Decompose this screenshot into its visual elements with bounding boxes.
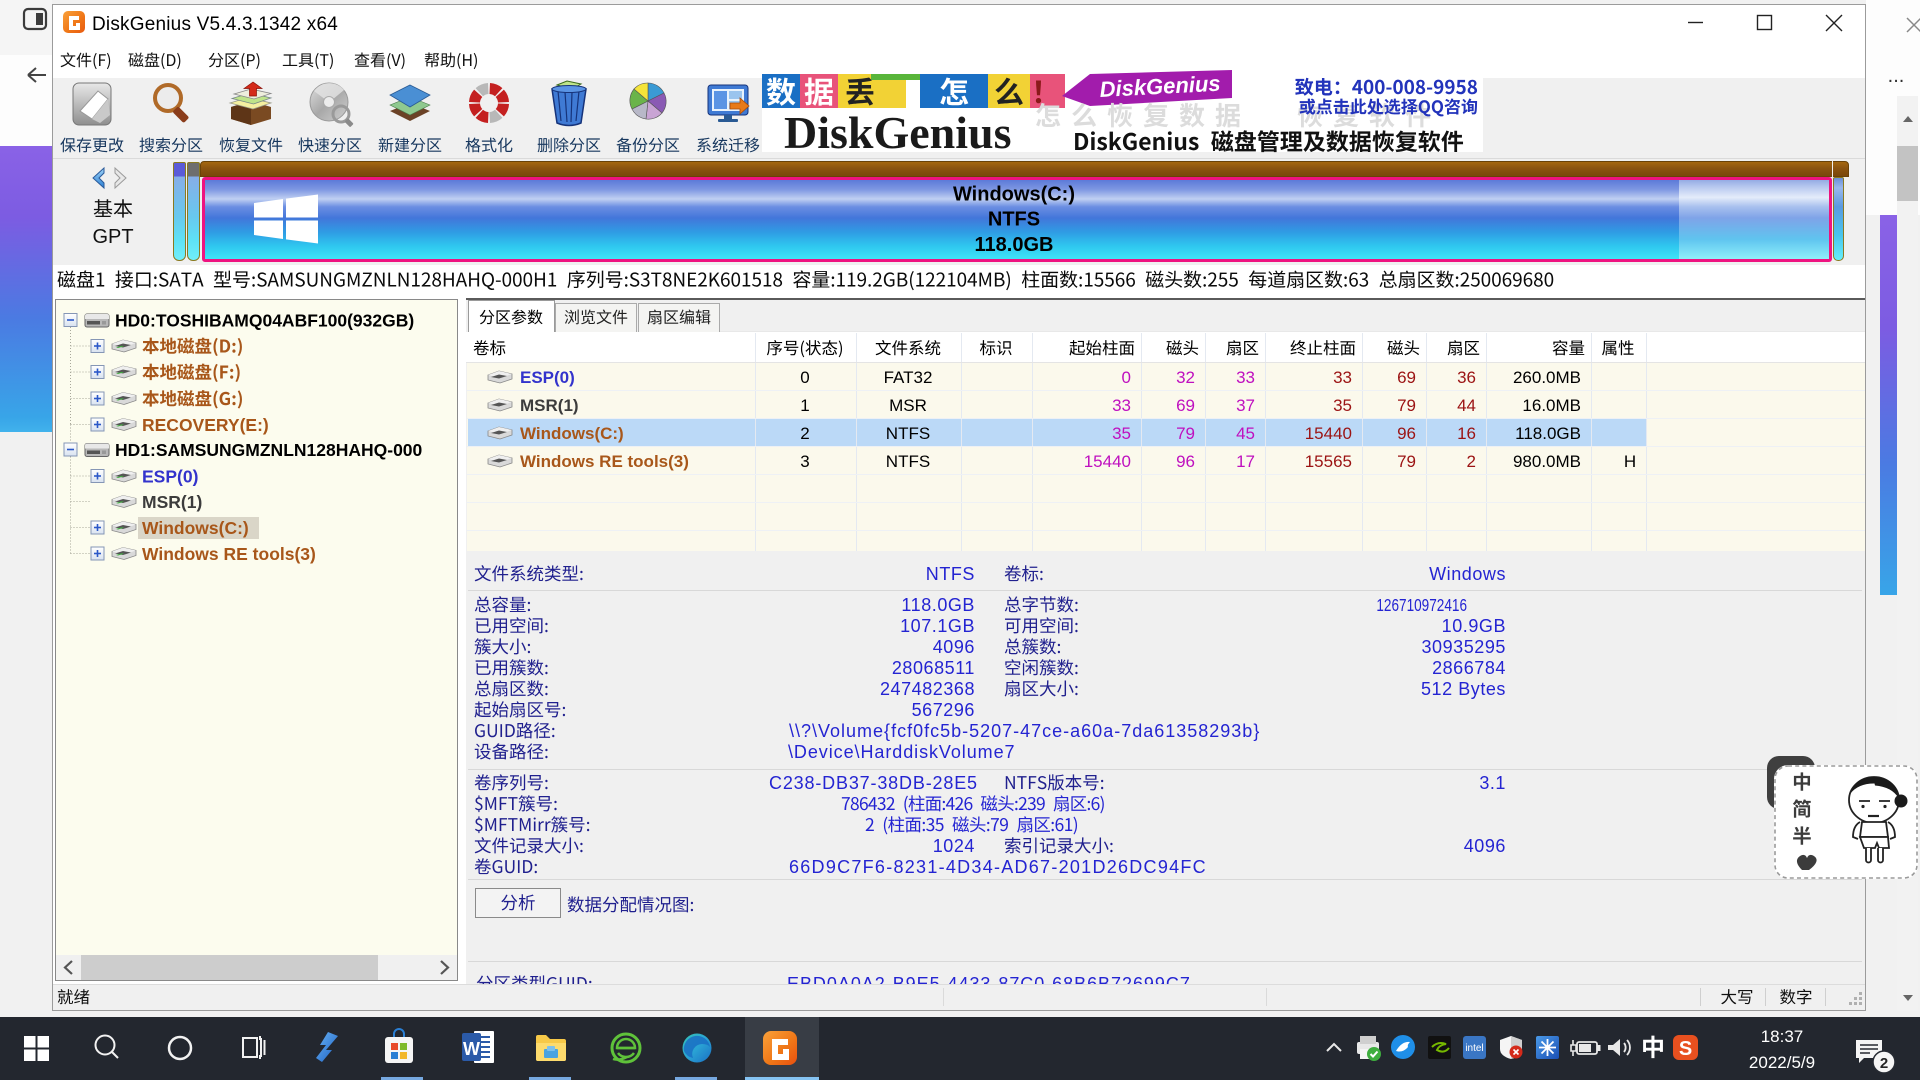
svg-text:C238-DB37-38DB-28E5: C238-DB37-38DB-28E5 [769,773,978,793]
svg-text:ESP(0): ESP(0) [142,467,198,487]
svg-text:3.1: 3.1 [1479,773,1506,793]
svg-text:2: 2 [1467,452,1476,471]
svg-text:33: 33 [1333,368,1352,387]
svg-text:33: 33 [1112,396,1131,415]
svg-text:247482368: 247482368 [880,679,975,699]
svg-text:18:37: 18:37 [1761,1027,1804,1046]
svg-text:\Device\HarddiskVolume7: \Device\HarddiskVolume7 [788,742,1016,762]
svg-text:15440: 15440 [1305,424,1352,443]
svg-text:ESP(0): ESP(0) [520,368,575,387]
svg-text:260.0MB: 260.0MB [1513,368,1581,387]
svg-text:HD1:SAMSUNGMZNLN128HAHQ-000: HD1:SAMSUNGMZNLN128HAHQ-000 [115,440,423,460]
svg-text:2: 2 [1880,1055,1888,1072]
svg-text:Windows RE tools(3): Windows RE tools(3) [520,452,689,471]
svg-text:intel: intel [1465,1043,1483,1054]
svg-text:512 Bytes: 512 Bytes [1421,679,1506,699]
svg-text:2: 2 [800,424,809,443]
svg-text:...: ... [1888,65,1905,87]
svg-text:NTFS: NTFS [886,424,930,443]
svg-text:Windows(C:): Windows(C:) [142,518,249,538]
svg-text:980.0MB: 980.0MB [1513,452,1581,471]
svg-text:79: 79 [1397,452,1416,471]
svg-text:118.0GB: 118.0GB [901,595,975,615]
svg-text:15440: 15440 [1084,452,1131,471]
svg-text:H: H [1624,452,1636,471]
svg-text:69: 69 [1176,396,1195,415]
svg-text:118.0GB: 118.0GB [975,234,1054,256]
svg-text:30935295: 30935295 [1422,637,1507,657]
svg-text:17: 17 [1236,452,1255,471]
svg-text:0: 0 [800,368,809,387]
svg-text:69: 69 [1397,368,1416,387]
svg-text:35: 35 [1333,396,1352,415]
svg-text:DiskGenius V5.4.3.1342 x64: DiskGenius V5.4.3.1342 x64 [92,14,338,35]
svg-text:79: 79 [1397,396,1416,415]
svg-text:W: W [463,1039,480,1059]
svg-text:2866784: 2866784 [1432,658,1506,678]
svg-text:66D9C7F6-8231-4D34-AD67-201D26: 66D9C7F6-8231-4D34-AD67-201D26DC94FC [789,857,1207,877]
svg-text:MSR: MSR [889,396,927,415]
svg-text:DiskGenius: DiskGenius [784,107,1012,158]
svg-text:16: 16 [1457,424,1476,443]
svg-text:FAT32: FAT32 [884,368,933,387]
svg-text:Windows(C:): Windows(C:) [520,424,624,443]
svg-text:2022/5/9: 2022/5/9 [1749,1053,1815,1072]
svg-text:4096: 4096 [933,637,975,657]
svg-text:\\?\Volume{fcf0fc5b-5207-47ce-: \\?\Volume{fcf0fc5b-5207-47ce-a60a-7da61… [789,721,1260,741]
svg-text:96: 96 [1397,424,1416,443]
svg-text:126710972416: 126710972416 [1376,596,1467,615]
svg-text:32: 32 [1176,368,1195,387]
svg-text:Windows: Windows [1429,564,1506,584]
svg-text:NTFS: NTFS [988,209,1040,231]
svg-text:15565: 15565 [1305,452,1352,471]
svg-text:107.1GB: 107.1GB [900,616,975,636]
svg-text:HD0:TOSHIBAMQ04ABF100(932GB): HD0:TOSHIBAMQ04ABF100(932GB) [115,311,414,331]
svg-text:RECOVERY(E:): RECOVERY(E:) [142,415,269,435]
svg-text:0: 0 [1122,368,1131,387]
svg-text:3: 3 [800,452,809,471]
svg-text:MSR(1): MSR(1) [142,492,202,512]
svg-text:NTFS: NTFS [926,564,975,584]
svg-text:10.9GB: 10.9GB [1442,616,1506,636]
svg-text:Windows RE tools(3): Windows RE tools(3) [142,544,316,564]
svg-text:S: S [1679,1038,1692,1060]
svg-text:118.0GB: 118.0GB [1515,424,1581,443]
svg-text:96: 96 [1176,452,1195,471]
svg-text:37: 37 [1236,396,1255,415]
svg-text:35: 35 [1112,424,1131,443]
svg-text:16.0MB: 16.0MB [1522,396,1581,415]
svg-text:36: 36 [1457,368,1476,387]
svg-text:79: 79 [1176,424,1195,443]
svg-text:4096: 4096 [1464,836,1506,856]
svg-text:EBD0A0A2-B9E5-4433-87C0-68B6B7: EBD0A0A2-B9E5-4433-87C0-68B6B72699C7 [787,974,1191,994]
svg-text:Windows(C:): Windows(C:) [953,184,1075,206]
svg-text:1: 1 [800,396,809,415]
svg-text:45: 45 [1236,424,1255,443]
svg-text:NTFS: NTFS [886,452,930,471]
svg-text:GPT: GPT [92,226,133,248]
svg-text:1024: 1024 [933,836,975,856]
svg-text:MSR(1): MSR(1) [520,396,579,415]
svg-text:28068511: 28068511 [892,658,975,678]
svg-text:567296: 567296 [912,700,975,720]
svg-text:33: 33 [1236,368,1255,387]
svg-text:44: 44 [1457,396,1476,415]
